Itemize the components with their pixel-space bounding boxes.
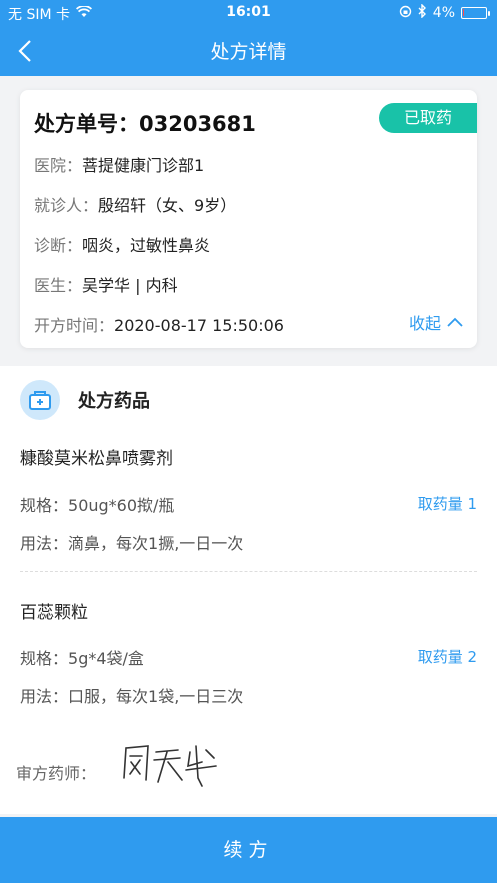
drug-spec-value: 5g*4袋/盒 xyxy=(68,649,144,668)
battery-fill xyxy=(463,9,464,16)
collapse-label: 收起 xyxy=(408,314,441,333)
status-badge: 已取药 xyxy=(379,103,477,133)
prescription-number-label: 处方单号： xyxy=(34,112,139,136)
hospital-row: 医院：菩提健康门诊部1 xyxy=(34,152,204,176)
drug-quantity: 取药量 2 xyxy=(417,648,477,666)
orientation-lock-icon xyxy=(399,5,412,22)
drug-spec: 规格：50ug*60揿/瓶 xyxy=(20,492,174,516)
drug-spec-label: 规格： xyxy=(20,649,69,668)
drug-spec-label: 规格： xyxy=(20,496,69,515)
nav-bar: 处方详情 xyxy=(0,26,497,76)
patient-label: 就诊人： xyxy=(34,196,99,215)
top-bar: 无 SIM 卡 16:01 4% 处方详情 xyxy=(0,0,497,76)
drug-spec: 规格：5g*4袋/盒 xyxy=(20,645,144,669)
drug-usage: 用法：口服，每次1袋,一日三次 xyxy=(20,683,243,707)
drug-name: 百蕊颗粒 xyxy=(20,603,88,623)
patient-value: 殷绍轩（女、9岁） xyxy=(98,196,237,215)
battery-percent: 4% xyxy=(432,5,455,21)
doctor-value: 吴学华 | 内科 xyxy=(82,276,178,295)
collapse-button[interactable]: 收起 xyxy=(409,310,463,334)
status-right: 4% xyxy=(399,3,490,22)
prescription-number: 处方单号：03203681 xyxy=(34,108,256,138)
drug-usage-value: 滴鼻，每次1撅,一日一次 xyxy=(68,534,244,553)
drug-usage: 用法：滴鼻，每次1撅,一日一次 xyxy=(20,530,243,554)
diagnosis-value: 咽炎，过敏性鼻炎 xyxy=(82,236,211,255)
prescription-info-card: 处方单号：03203681 已取药 医院：菩提健康门诊部1 就诊人：殷绍轩（女、… xyxy=(20,90,477,348)
medicine-box-icon xyxy=(20,380,60,420)
drugs-section-title: 处方药品 xyxy=(78,391,150,412)
drug-name: 糠酸莫米松鼻喷雾剂 xyxy=(20,449,173,469)
prescribe-time-row: 开方时间：2020-08-17 15:50:06 xyxy=(34,312,284,336)
drug-quantity: 取药量 1 xyxy=(417,495,477,513)
renew-prescription-button[interactable]: 续方 xyxy=(0,817,497,883)
prescription-drugs-section: 处方药品 糠酸莫米松鼻喷雾剂 规格：50ug*60揿/瓶 取药量 1 用法：滴鼻… xyxy=(0,366,497,814)
drug-divider xyxy=(20,571,477,572)
chevron-up-icon xyxy=(447,317,463,327)
diagnosis-label: 诊断： xyxy=(34,236,83,255)
diagnosis-row: 诊断：咽炎，过敏性鼻炎 xyxy=(34,232,210,256)
prescribe-time-label: 开方时间： xyxy=(34,316,115,335)
drug-usage-value: 口服，每次1袋,一日三次 xyxy=(68,687,244,706)
page-title: 处方详情 xyxy=(210,41,287,63)
drug-usage-label: 用法： xyxy=(20,534,69,553)
patient-row: 就诊人：殷绍轩（女、9岁） xyxy=(34,192,236,216)
prescription-number-value: 03203681 xyxy=(139,112,256,136)
status-bar: 无 SIM 卡 16:01 4% xyxy=(0,0,497,26)
drug-spec-value: 50ug*60揿/瓶 xyxy=(68,496,175,515)
hospital-label: 医院： xyxy=(34,156,83,175)
hospital-value: 菩提健康门诊部1 xyxy=(82,156,205,175)
prescribe-time-value: 2020-08-17 15:50:06 xyxy=(114,316,284,335)
bluetooth-icon xyxy=(418,3,427,22)
pharmacist-signature xyxy=(118,738,222,794)
pharmacist-label: 审方药师： xyxy=(16,764,97,783)
drugs-section-header: 处方药品 xyxy=(20,380,150,420)
doctor-row: 医生：吴学华 | 内科 xyxy=(34,272,178,296)
doctor-label: 医生： xyxy=(34,276,83,295)
battery-icon xyxy=(461,7,490,19)
drug-usage-label: 用法： xyxy=(20,687,69,706)
